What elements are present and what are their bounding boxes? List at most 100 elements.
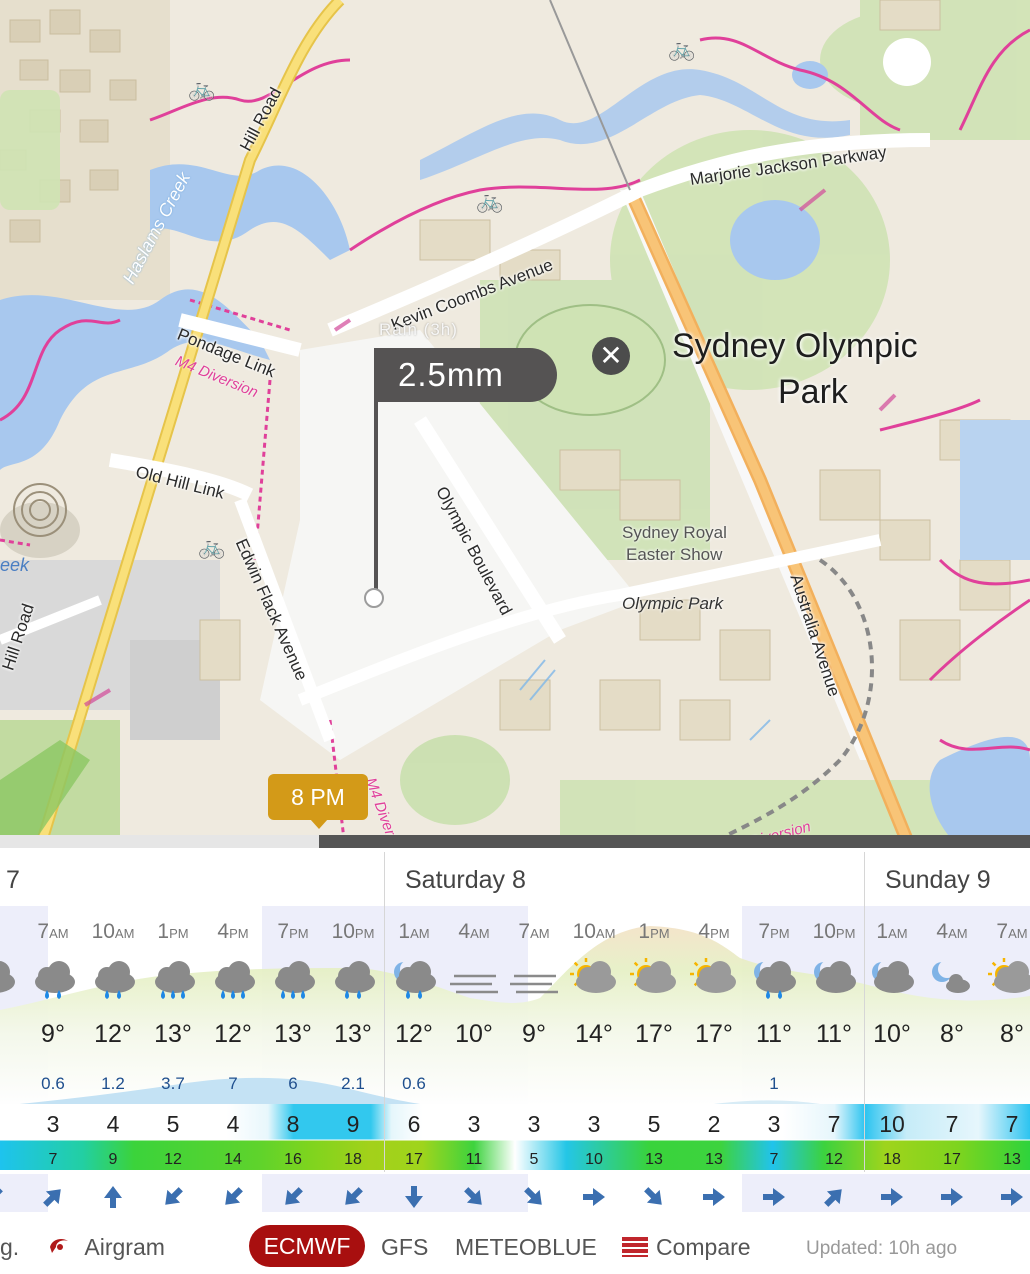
cloud-rain-icon	[325, 954, 381, 1004]
wind-speed-value: 4	[106, 1111, 120, 1137]
hour-number: 1	[876, 920, 889, 943]
hour-ampm: AM	[888, 926, 908, 941]
wind-speed-value: 3	[587, 1111, 601, 1137]
hour-ampm: AM	[595, 926, 616, 941]
wind-gust-value: 16	[284, 1151, 302, 1168]
wind-direction-arrow-icon	[639, 1182, 669, 1212]
map-view[interactable]: 🚲 🚲 🚲 🚲 Hill Road Hill Road Haslams Cree…	[0, 0, 1030, 848]
time-bubble[interactable]: 8 PM	[268, 774, 368, 829]
wind-direction-arrow-icon	[218, 1182, 248, 1212]
wind-gust-value: 13	[1003, 1151, 1021, 1168]
wind-speed-value: 5	[166, 1111, 180, 1137]
hour-ampm: AM	[114, 926, 135, 941]
temperature-value: 14°	[575, 1020, 613, 1048]
wind-speed-value: 6	[407, 1111, 421, 1137]
close-icon[interactable]: ✕	[592, 337, 630, 375]
precipitation-value: 7	[228, 1074, 238, 1093]
hour-ampm: AM	[948, 926, 968, 941]
hour-number: 10	[812, 920, 836, 943]
hour-label: 1AM	[862, 920, 922, 944]
footer-bar: g. Airgram ECMWF GFS METEOBLUE Compare U…	[0, 1212, 1030, 1274]
airgram-button[interactable]: Airgram	[48, 1234, 165, 1261]
temperature-value: 11°	[756, 1020, 792, 1048]
wind-gust-value: 12	[825, 1151, 843, 1168]
updated-status: Updated: 10h ago	[806, 1238, 958, 1259]
hour-label: 1PM	[143, 920, 203, 944]
hour-ampm: AM	[49, 926, 69, 941]
hour-number: 4	[936, 920, 949, 943]
moon-cloud-small-icon	[924, 954, 980, 1004]
map-base	[0, 0, 1030, 848]
bicycle-icon: 🚲	[198, 534, 226, 559]
temperature-value: 8°	[1000, 1020, 1024, 1048]
hour-label: 7PM	[744, 920, 804, 944]
hour-label: 7AM	[504, 920, 564, 944]
fog-icon	[446, 954, 502, 1004]
hour-label: 4PM	[684, 920, 744, 944]
wind-direction-arrow-icon	[819, 1182, 849, 1212]
precipitation-value: 2.1	[341, 1074, 365, 1093]
temperature-value: 11°	[816, 1020, 852, 1048]
model-ecmwf-button[interactable]: ECMWF	[249, 1225, 365, 1267]
day-label: Saturday 8	[405, 866, 526, 894]
hour-ampm: PM	[289, 926, 309, 941]
hour-ampm: PM	[835, 926, 856, 941]
wind-direction-arrow-icon	[519, 1182, 549, 1212]
hour-number: 4	[458, 920, 471, 943]
wind-speed-value: 7	[1005, 1111, 1019, 1137]
wind-direction-arrow-icon	[38, 1182, 68, 1212]
forecast-table[interactable]: 7 Saturday 8 Sunday 9 M°7AM9°0.63710AM12…	[0, 848, 1030, 1212]
hour-ampm: AM	[410, 926, 430, 941]
temperature-value: 13°	[274, 1020, 312, 1048]
wind-speed-value: 3	[467, 1111, 481, 1137]
hour-number: 7	[37, 920, 50, 943]
hour-number: 1	[638, 920, 651, 943]
model-gfs-button[interactable]: GFS	[381, 1234, 428, 1261]
wind-speed-value: 5	[647, 1111, 661, 1137]
wind-direction-arrow-icon	[0, 1182, 8, 1212]
water-label: eek	[0, 555, 30, 575]
wind-gust-value: 5	[529, 1151, 539, 1168]
popup-pointer	[374, 400, 378, 596]
model-meteoblue-button[interactable]: METEOBLUE	[455, 1234, 597, 1261]
place-label: Sydney Olympic	[672, 327, 918, 365]
hour-ampm: PM	[650, 926, 670, 941]
wind-gust-value: 13	[645, 1151, 663, 1168]
precipitation-value: 0.6	[41, 1074, 65, 1093]
wind-direction-arrow-icon	[699, 1182, 729, 1212]
wind-direction-arrow-icon	[338, 1182, 368, 1212]
day-label: Sunday 9	[885, 866, 991, 894]
wind-gust-value: 17	[943, 1151, 961, 1168]
wind-gust-value: 13	[705, 1151, 723, 1168]
temperature-value: 17°	[695, 1020, 733, 1048]
wind-speed-value: 7	[945, 1111, 959, 1137]
wind-direction-arrow-icon	[937, 1182, 967, 1212]
fog-icon	[506, 954, 562, 1004]
wind-gust-value: 11	[465, 1151, 483, 1168]
location-marker[interactable]	[364, 588, 384, 608]
wind-direction-arrow-icon	[877, 1182, 907, 1212]
moon-cloud-rain-icon	[386, 954, 442, 1004]
hour-number: 10	[331, 920, 355, 943]
cloud-rain-heavy-icon	[205, 954, 261, 1004]
wind-speed-value: 8	[286, 1111, 300, 1137]
wind-gust-value: 18	[883, 1151, 901, 1168]
hour-number: 10	[572, 920, 596, 943]
hour-ampm: PM	[770, 926, 790, 941]
timeline-progress[interactable]	[0, 835, 320, 848]
wind-direction-arrow-icon	[997, 1182, 1027, 1212]
hour-label: 4AM	[444, 920, 504, 944]
hour-ampm: PM	[229, 926, 249, 941]
hour-ampm: AM	[1008, 926, 1028, 941]
poi-label: Olympic Park	[622, 594, 724, 613]
wind-direction-arrow-icon	[158, 1182, 188, 1212]
hour-label: 1PM	[624, 920, 684, 944]
wind-direction-arrow-icon	[459, 1182, 489, 1212]
wind-direction-arrow-icon	[98, 1182, 128, 1212]
cloud-rain-icon	[25, 954, 81, 1004]
temperature-value: 12°	[395, 1020, 433, 1048]
precipitation-value: 1.2	[101, 1074, 125, 1093]
compare-button[interactable]: Compare	[622, 1234, 751, 1261]
hour-ampm: AM	[470, 926, 490, 941]
moon-cloud-icon	[864, 954, 920, 1004]
